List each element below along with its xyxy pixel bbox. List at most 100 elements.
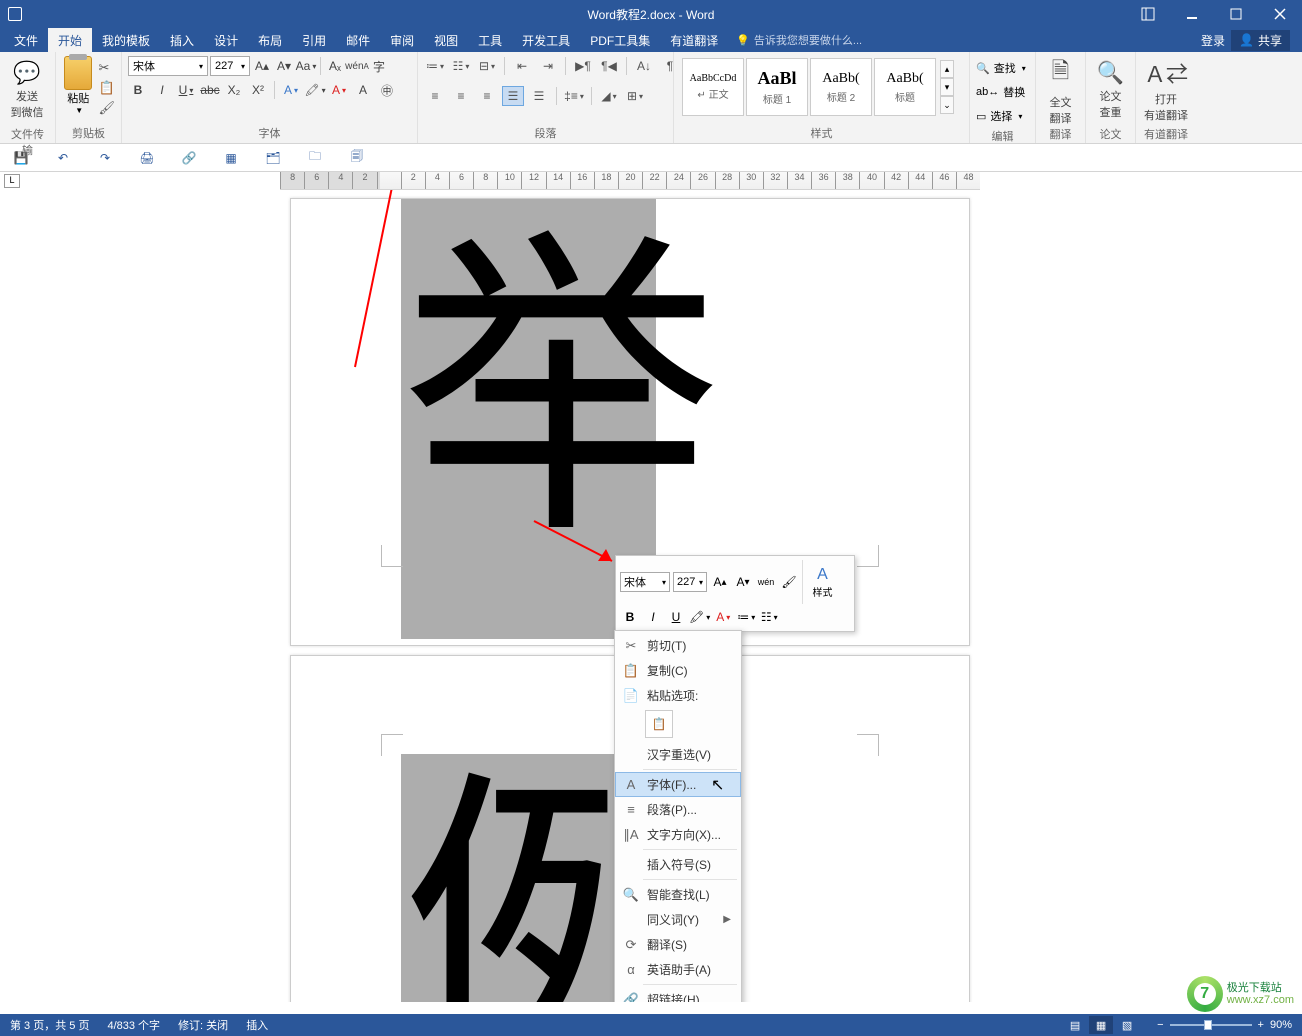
format-painter-icon[interactable]: 🖌: [98, 100, 115, 116]
align-left-icon[interactable]: ≡: [424, 86, 446, 106]
tab-pdftools[interactable]: PDF工具集: [580, 28, 660, 53]
zoom-in-icon[interactable]: +: [1258, 1019, 1264, 1031]
paste-button[interactable]: 粘贴 ▼: [62, 56, 94, 115]
ctx-font[interactable]: A字体(F)...: [615, 772, 741, 797]
qat-redo-icon[interactable]: ↷: [96, 149, 114, 167]
borders-icon[interactable]: ⊞▾: [624, 86, 646, 106]
close-button[interactable]: [1258, 0, 1302, 28]
app-save-icon[interactable]: [8, 7, 22, 21]
decrease-indent-icon[interactable]: ⇤: [511, 56, 533, 76]
distribute-icon[interactable]: ☰: [528, 86, 550, 106]
tab-youdao[interactable]: 有道翻译: [660, 28, 728, 53]
font-color-icon[interactable]: A▾: [329, 80, 349, 100]
shrink-font-icon[interactable]: A▾: [274, 56, 294, 76]
enclose-char-icon[interactable]: ㊥: [377, 80, 397, 100]
clear-format-icon[interactable]: Aₓ: [325, 56, 345, 76]
tab-mailings[interactable]: 邮件: [336, 28, 380, 53]
zoom-label[interactable]: 90%: [1270, 1019, 1292, 1031]
maximize-button[interactable]: [1214, 0, 1258, 28]
style-title[interactable]: AaBb(标题: [874, 58, 936, 116]
copy-icon[interactable]: 📋: [98, 80, 115, 96]
tab-view[interactable]: 视图: [424, 28, 468, 53]
ctx-copy[interactable]: 📋复制(C): [615, 658, 741, 683]
zoom-slider[interactable]: − + 90%: [1157, 1019, 1292, 1031]
ctx-synonym[interactable]: 同义词(Y)▶: [615, 907, 741, 932]
mini-highlight-icon[interactable]: 🖍▾: [689, 607, 710, 627]
qat-btn4[interactable]: 🖨: [138, 149, 156, 167]
multilevel-icon[interactable]: ⊟▾: [476, 56, 498, 76]
increase-indent-icon[interactable]: ⇥: [537, 56, 559, 76]
tab-tools[interactable]: 工具: [468, 28, 512, 53]
view-read-icon[interactable]: ▤: [1063, 1016, 1087, 1034]
thesis-check-button[interactable]: 🔍论文查重: [1092, 56, 1129, 124]
ctx-reselect[interactable]: 汉字重选(V): [615, 742, 741, 767]
find-button[interactable]: 🔍 查找▾: [976, 58, 1026, 78]
ctx-symbol[interactable]: 插入符号(S): [615, 852, 741, 877]
tab-layout[interactable]: 布局: [248, 28, 292, 53]
login-link[interactable]: 登录: [1201, 32, 1225, 49]
tab-devtools[interactable]: 开发工具: [512, 28, 580, 53]
grow-font-icon[interactable]: A▴: [252, 56, 272, 76]
mini-shrink-icon[interactable]: A▾: [733, 572, 753, 592]
view-print-icon[interactable]: ▦: [1089, 1016, 1113, 1034]
status-track[interactable]: 修订: 关闭: [178, 1017, 228, 1033]
align-center-icon[interactable]: ≡: [450, 86, 472, 106]
qat-btn5[interactable]: 🔗: [180, 149, 198, 167]
ctx-cut[interactable]: ✂剪切(T): [615, 633, 741, 658]
ribbon-options-icon[interactable]: [1126, 0, 1170, 28]
tab-file[interactable]: 文件: [4, 28, 48, 53]
bullets-icon[interactable]: ≔▾: [424, 56, 446, 76]
mini-styles-button[interactable]: A样式: [802, 560, 838, 604]
mini-size-combo[interactable]: 227▾: [673, 572, 707, 592]
qat-undo-icon[interactable]: ↶: [54, 149, 72, 167]
qat-btn7[interactable]: 🗂: [264, 149, 282, 167]
mini-italic-icon[interactable]: I: [643, 607, 663, 627]
select-button[interactable]: ▭ 选择▾: [976, 106, 1022, 126]
mini-font-combo[interactable]: 宋体▾: [620, 572, 670, 592]
ctx-enghelper[interactable]: α英语助手(A): [615, 957, 741, 982]
justify-icon[interactable]: ☰: [502, 86, 524, 106]
ctx-smartfind[interactable]: 🔍智能查找(L): [615, 882, 741, 907]
style-h2[interactable]: AaBb(标题 2: [810, 58, 872, 116]
status-insert[interactable]: 插入: [246, 1017, 268, 1033]
tab-selector[interactable]: L: [4, 174, 20, 188]
status-words[interactable]: 4/833 个字: [107, 1017, 160, 1033]
change-case-icon[interactable]: Aa▾: [296, 56, 316, 76]
style-h1[interactable]: AaBl标题 1: [746, 58, 808, 116]
style-gallery-scroll[interactable]: ▴▾⌄: [940, 60, 954, 114]
qat-btn6[interactable]: ▦: [222, 149, 240, 167]
qat-btn9[interactable]: 🗐: [348, 149, 366, 167]
font-name-combo[interactable]: 宋体▾: [128, 56, 208, 76]
ctx-translate[interactable]: ⟳翻译(S): [615, 932, 741, 957]
rtl-icon[interactable]: ¶◀: [598, 56, 620, 76]
underline-button[interactable]: U▾: [176, 80, 196, 100]
status-page[interactable]: 第 3 页，共 5 页: [10, 1017, 89, 1033]
tab-references[interactable]: 引用: [292, 28, 336, 53]
text-effects-icon[interactable]: A▾: [281, 80, 301, 100]
horizontal-ruler[interactable]: 8642246810121416182022242628303234363840…: [280, 172, 980, 190]
mini-bullets-icon[interactable]: ≔▾: [736, 607, 756, 627]
replace-button[interactable]: ab↔ 替换: [976, 82, 1025, 102]
ctx-paragraph[interactable]: ≡段落(P)...: [615, 797, 741, 822]
zoom-out-icon[interactable]: −: [1157, 1019, 1163, 1031]
ctx-hyperlink[interactable]: 🔗超链接(H)...: [615, 987, 741, 1002]
tab-review[interactable]: 审阅: [380, 28, 424, 53]
strike-button[interactable]: abc: [200, 80, 220, 100]
tab-insert[interactable]: 插入: [160, 28, 204, 53]
ltr-icon[interactable]: ▶¶: [572, 56, 594, 76]
style-normal[interactable]: AaBbCcDd↵ 正文: [682, 58, 744, 116]
send-to-wechat-button[interactable]: 💬 发送 到微信: [6, 56, 48, 124]
char-shading-icon[interactable]: A: [353, 80, 373, 100]
sort-icon[interactable]: A↓: [633, 56, 655, 76]
line-spacing-icon[interactable]: ‡≡▾: [563, 86, 585, 106]
char-border-icon[interactable]: 字: [369, 56, 389, 76]
bold-button[interactable]: B: [128, 80, 148, 100]
mini-format-painter-icon[interactable]: 🖌: [779, 572, 799, 592]
superscript-button[interactable]: X²: [248, 80, 268, 100]
highlight-icon[interactable]: 🖍▾: [305, 80, 325, 100]
tell-me-input[interactable]: 💡 告诉我您想要做什么...: [736, 32, 862, 48]
mini-bold-icon[interactable]: B: [620, 607, 640, 627]
numbering-icon[interactable]: ☷▾: [450, 56, 472, 76]
cut-icon[interactable]: ✂: [98, 60, 115, 76]
mini-font-color-icon[interactable]: A▾: [713, 607, 733, 627]
